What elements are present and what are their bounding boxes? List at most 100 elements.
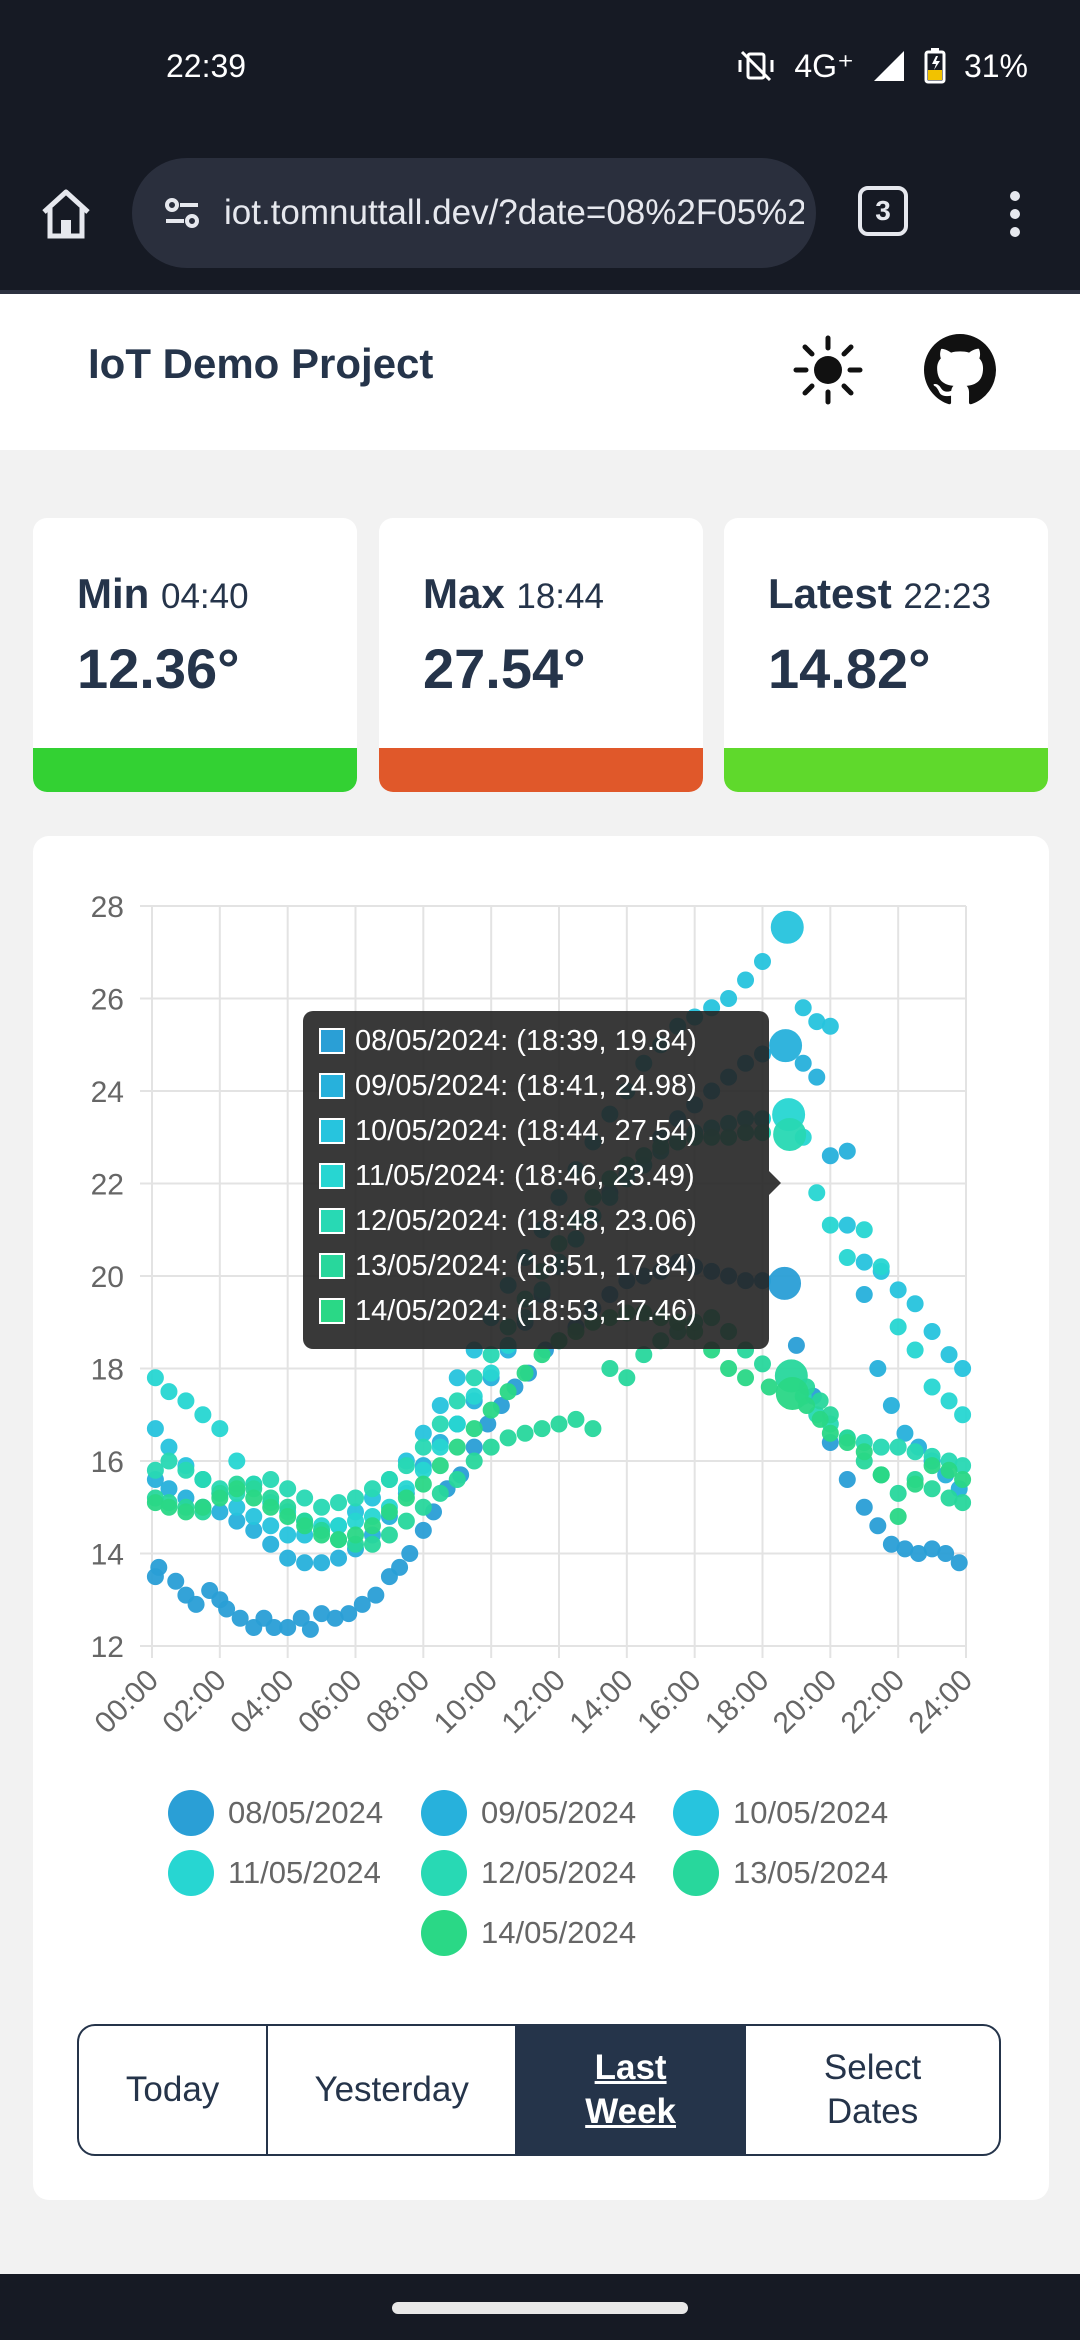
data-point	[855, 1443, 873, 1461]
data-point	[482, 1346, 500, 1364]
data-point	[347, 1526, 364, 1544]
data-point	[838, 1216, 856, 1234]
tooltip-row: 14/05/2024: (18:53, 17.46)	[319, 1291, 697, 1331]
data-point	[838, 1471, 856, 1488]
legend-item[interactable]: 08/05/2024	[168, 1788, 383, 1838]
home-gesture-handle[interactable]	[392, 2302, 688, 2314]
data-point	[923, 1378, 941, 1396]
data-point	[720, 990, 738, 1007]
latest-card: Latest 22:23 14.82°	[724, 518, 1048, 792]
url-text[interactable]: iot.tomnuttall.dev/?date=08%2F05%2F2024	[224, 193, 804, 233]
legend-item[interactable]: 14/05/2024	[421, 1908, 636, 1958]
data-point	[353, 1595, 371, 1613]
data-point	[869, 1517, 887, 1535]
today-button[interactable]: Today	[79, 2026, 269, 2154]
data-point	[550, 1415, 568, 1433]
x-tick-label: 18:00	[699, 1664, 775, 1740]
x-tick-label: 10:00	[428, 1664, 504, 1740]
data-point	[482, 1364, 500, 1382]
status-time: 22:39	[166, 48, 247, 84]
data-point	[499, 1383, 517, 1401]
data-point	[330, 1549, 348, 1567]
data-point	[313, 1526, 331, 1544]
data-point	[940, 1461, 958, 1479]
data-point	[414, 1521, 432, 1539]
data-point	[601, 1360, 619, 1377]
tooltip-row: 08/05/2024: (18:39, 19.84)	[319, 1021, 697, 1061]
home-icon[interactable]	[36, 184, 96, 244]
github-icon[interactable]	[924, 334, 996, 406]
data-point	[737, 1369, 755, 1387]
data-point	[397, 1457, 415, 1475]
data-point	[533, 1346, 551, 1364]
data-point	[954, 1494, 972, 1512]
tab-switcher-button[interactable]: 3	[858, 186, 908, 236]
y-tick-label: 24	[91, 1076, 124, 1109]
data-point	[808, 1184, 826, 1202]
legend-item[interactable]: 12/05/2024	[421, 1848, 636, 1898]
address-bar[interactable]: iot.tomnuttall.dev/?date=08%2F05%2F2024	[132, 158, 816, 268]
vibrate-off-icon	[736, 46, 776, 86]
data-point	[150, 1558, 168, 1576]
data-point	[465, 1387, 483, 1405]
data-point	[855, 1253, 873, 1271]
sun-icon[interactable]	[792, 334, 864, 406]
data-point	[768, 1266, 802, 1300]
data-point	[760, 1378, 778, 1396]
data-point	[855, 1286, 873, 1303]
data-point	[160, 1452, 178, 1470]
data-point	[940, 1346, 958, 1364]
tooltip-swatch	[319, 1163, 345, 1189]
legend-item[interactable]: 09/05/2024	[421, 1788, 636, 1838]
yesterday-button[interactable]: Yesterday	[268, 2026, 518, 2154]
data-point	[465, 1420, 483, 1438]
legend-dot	[168, 1850, 214, 1896]
data-point	[330, 1494, 348, 1512]
data-point	[533, 1420, 551, 1438]
data-point	[954, 1406, 972, 1424]
x-tick-label: 06:00	[292, 1664, 368, 1740]
data-point	[821, 1147, 839, 1165]
legend-item[interactable]: 11/05/2024	[168, 1848, 381, 1898]
battery-icon	[924, 48, 946, 84]
data-point	[838, 1249, 856, 1266]
data-point	[794, 999, 812, 1017]
last-week-button[interactable]: Last Week	[517, 2026, 747, 2154]
data-point	[882, 1397, 900, 1414]
data-point	[160, 1383, 178, 1401]
legend-item[interactable]: 13/05/2024	[673, 1848, 888, 1898]
data-point	[499, 1429, 517, 1447]
battery-percent: 31%	[963, 47, 1028, 84]
legend-dot	[421, 1850, 467, 1896]
data-point	[821, 1216, 839, 1234]
data-point	[177, 1461, 195, 1479]
tooltip-row: 12/05/2024: (18:48, 23.06)	[319, 1201, 697, 1241]
data-point	[279, 1508, 297, 1525]
data-point	[167, 1572, 185, 1590]
data-point	[889, 1484, 907, 1502]
more-vert-icon[interactable]	[1000, 184, 1030, 244]
data-point	[187, 1595, 205, 1613]
min-value: 12.36°	[77, 637, 240, 700]
data-point	[363, 1517, 381, 1535]
data-point	[380, 1503, 398, 1521]
data-point	[231, 1609, 249, 1627]
data-point	[516, 1424, 534, 1442]
data-point	[754, 953, 771, 970]
legend-item[interactable]: 10/05/2024	[673, 1788, 888, 1838]
data-point	[194, 1471, 212, 1488]
data-point	[940, 1392, 958, 1410]
data-point	[798, 1397, 816, 1414]
y-tick-label: 20	[91, 1261, 124, 1294]
select-dates-button[interactable]: Select Dates	[746, 2026, 999, 2154]
tooltip-swatch	[319, 1118, 345, 1144]
data-point	[146, 1420, 164, 1438]
x-tick-label: 16:00	[631, 1664, 707, 1740]
latest-status-bar	[724, 748, 1048, 792]
data-point	[869, 1360, 887, 1377]
data-point	[465, 1452, 483, 1470]
data-point	[414, 1438, 432, 1456]
tune-icon[interactable]	[154, 185, 210, 241]
legend-dot	[421, 1790, 467, 1836]
data-point	[923, 1323, 941, 1340]
